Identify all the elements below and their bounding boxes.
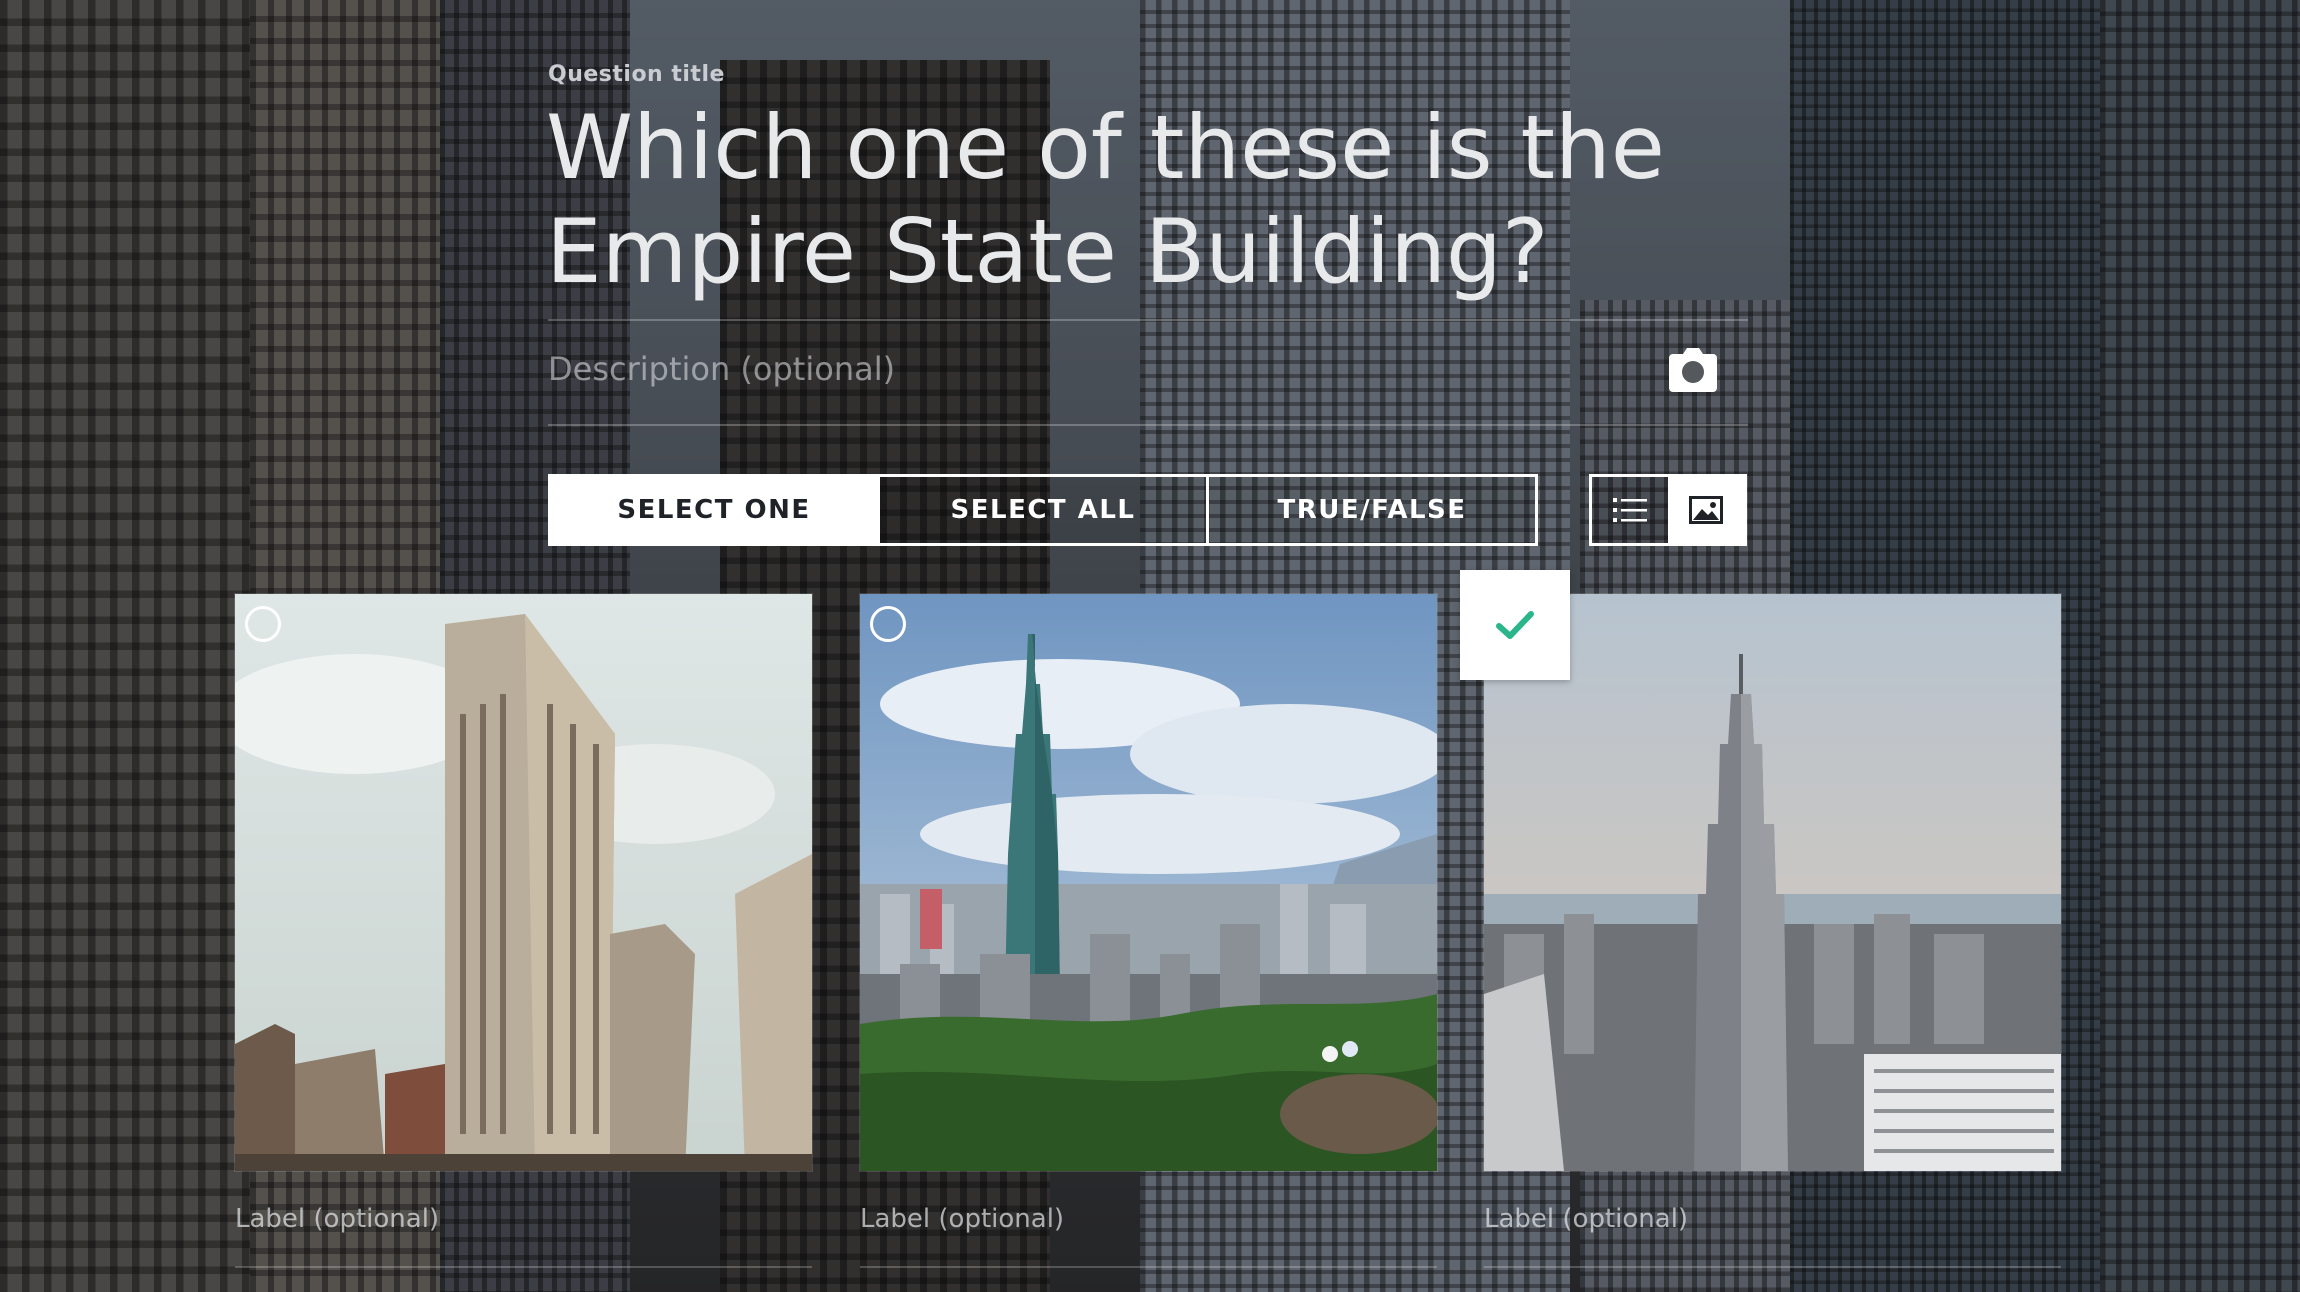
answer-card-1[interactable]	[235, 594, 812, 1171]
checkmark-icon	[1496, 611, 1534, 639]
description-input[interactable]: Description (optional)	[548, 350, 895, 388]
list-view-button[interactable]	[1592, 477, 1668, 543]
layout-toggle	[1589, 474, 1747, 546]
camera-icon[interactable]	[1667, 346, 1719, 394]
list-icon	[1613, 498, 1647, 522]
question-type-selector: SELECT ONE SELECT ALL TRUE/FALSE	[548, 474, 1538, 546]
question-title-label: Question title	[548, 62, 725, 87]
flatiron-building-image	[235, 594, 812, 1171]
question-title-input[interactable]: Which one of these is the Empire State B…	[546, 96, 1746, 304]
true-false-button[interactable]: TRUE/FALSE	[1209, 477, 1535, 543]
image-icon	[1689, 496, 1723, 524]
answer-2-label-input[interactable]: Label (optional)	[860, 1204, 1064, 1234]
answer-2-radio[interactable]	[870, 606, 906, 642]
answer-1-label-underline	[235, 1266, 812, 1268]
answer-card-3[interactable]	[1484, 594, 2061, 1171]
select-one-button[interactable]: SELECT ONE	[551, 477, 880, 543]
answer-3-label-underline	[1484, 1266, 2061, 1268]
answer-1-label-input[interactable]: Label (optional)	[235, 1204, 439, 1234]
image-view-button[interactable]	[1668, 477, 1744, 543]
select-all-button[interactable]: SELECT ALL	[880, 477, 1209, 543]
description-underline	[548, 424, 1748, 426]
answer-card-2[interactable]	[860, 594, 1437, 1171]
answer-2-label-underline	[860, 1266, 1437, 1268]
answer-1-radio[interactable]	[245, 606, 281, 642]
empire-state-building-image	[1484, 594, 2061, 1171]
correct-answer-toggle[interactable]	[1460, 570, 1570, 680]
answer-3-label-input[interactable]: Label (optional)	[1484, 1204, 1688, 1234]
title-underline	[548, 319, 1748, 321]
taipei-101-image	[860, 594, 1437, 1171]
